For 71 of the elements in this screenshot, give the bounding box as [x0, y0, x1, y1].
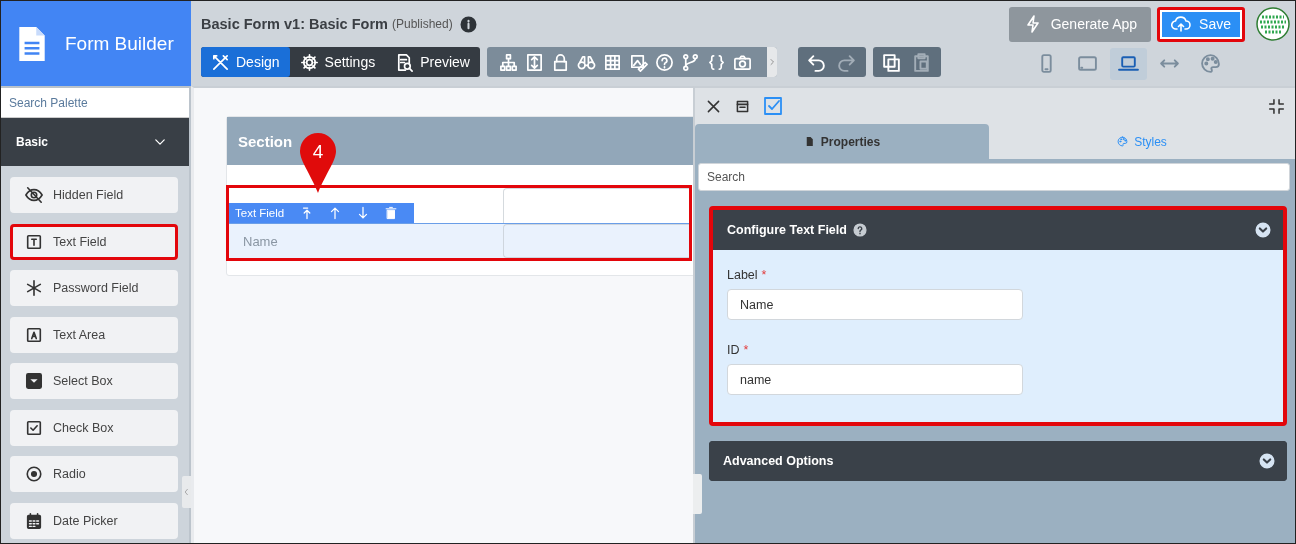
device-view-button[interactable] — [1110, 47, 1147, 80]
group-header[interactable]: Basic — [1, 118, 189, 166]
search-field[interactable]: Search — [698, 163, 1290, 191]
text-input[interactable]: name — [727, 364, 1023, 395]
checkbox-icon — [25, 418, 43, 437]
panel-tab[interactable]: Properties — [695, 124, 989, 159]
resize-handle[interactable] — [693, 474, 702, 514]
copy-icon — [881, 51, 903, 73]
card-header[interactable]: Advanced Options — [709, 441, 1287, 481]
help-icon[interactable] — [852, 223, 867, 237]
input-field[interactable] — [503, 224, 689, 258]
cloud-upload-icon — [1171, 14, 1192, 34]
required-mark: * — [743, 343, 749, 357]
chevron-circle-icon[interactable] — [1255, 222, 1271, 238]
palette-item[interactable]: Text Area — [10, 316, 178, 353]
mode-tab[interactable]: Design — [201, 47, 290, 77]
palette-item[interactable]: Text Field — [10, 223, 178, 260]
component-type-label: Text Field — [235, 207, 285, 219]
card-title: Configure Text Field — [727, 223, 847, 237]
asterisk-icon — [25, 279, 43, 297]
document-search-icon — [395, 52, 415, 72]
mode-tab[interactable]: Settings — [289, 47, 386, 77]
palette-item[interactable]: Select Box — [10, 363, 178, 399]
select-box-icon — [25, 372, 43, 390]
compress-icon[interactable] — [1268, 97, 1285, 115]
palette-item[interactable]: Check Box — [10, 409, 178, 446]
chevron-left-icon — [182, 487, 191, 497]
sitemap-icon[interactable] — [499, 52, 518, 72]
trash-icon[interactable] — [384, 206, 399, 220]
radio-icon — [25, 465, 43, 483]
field-label: Label — [727, 268, 758, 282]
form-title: Basic Form v1: Basic Form — [201, 16, 388, 32]
eye-slash-icon — [25, 186, 43, 204]
text-area-icon — [25, 325, 43, 344]
field-label: Name — [242, 232, 279, 251]
chevron-circle-icon[interactable] — [1259, 453, 1275, 469]
collapse-handle[interactable] — [182, 476, 191, 508]
calendar-icon — [25, 511, 43, 530]
settings-icon — [299, 52, 319, 72]
checked-box-icon[interactable] — [763, 96, 783, 116]
palette-item[interactable]: Hidden Field — [10, 177, 178, 213]
palette-item[interactable]: Radio — [10, 456, 178, 492]
laptop-icon — [1118, 53, 1139, 74]
mode-tab[interactable]: Preview — [385, 47, 480, 77]
input-field[interactable] — [503, 188, 689, 223]
text-box-icon — [25, 232, 43, 251]
braces-icon[interactable] — [707, 52, 726, 72]
field-label: ID — [727, 343, 740, 357]
card-title: Advanced Options — [723, 454, 834, 468]
step-marker: 4 — [299, 132, 337, 194]
palette-item[interactable]: Date Picker — [10, 502, 178, 539]
image-edit-icon[interactable] — [629, 52, 648, 72]
app-title: Form Builder — [65, 32, 174, 55]
lock-icon[interactable] — [551, 52, 570, 72]
text-input[interactable]: Name — [727, 289, 1023, 320]
palette-icon — [1200, 53, 1221, 74]
camera-icon[interactable] — [733, 52, 752, 72]
branch-icon[interactable] — [681, 52, 700, 72]
avatar[interactable] — [1256, 7, 1290, 41]
palette-icon — [1117, 136, 1129, 147]
grid-icon[interactable] — [603, 52, 622, 72]
required-mark: * — [761, 268, 767, 282]
search-field[interactable]: Search Palette — [1, 88, 189, 118]
chevron-right-icon — [767, 56, 777, 68]
pencil-ruler-icon — [211, 52, 230, 72]
info-icon[interactable] — [459, 15, 477, 33]
import-icon[interactable] — [525, 52, 544, 72]
palette-item[interactable]: Password Field — [10, 270, 178, 306]
status-text: (Published) — [391, 17, 453, 31]
tablet-icon — [1077, 53, 1098, 74]
document-icon — [17, 25, 47, 62]
